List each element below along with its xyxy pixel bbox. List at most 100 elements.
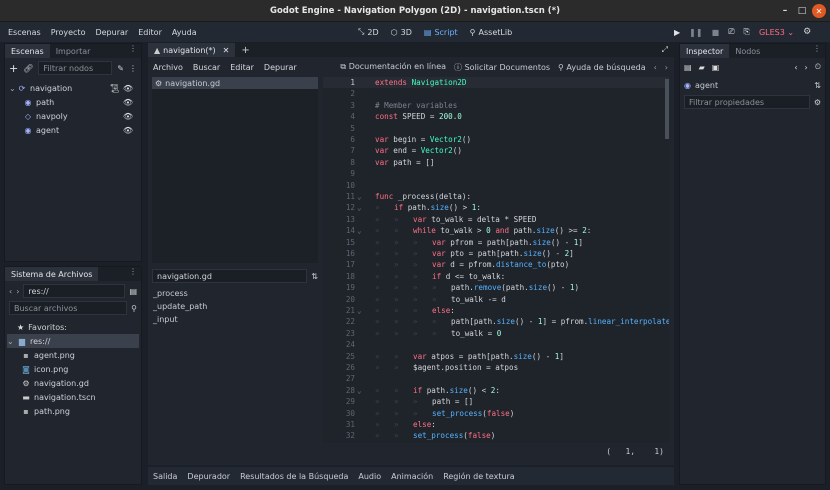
tab-depurador[interactable]: Depurador bbox=[182, 472, 235, 481]
script-list-item[interactable]: ⚙ navigation.gd bbox=[152, 77, 318, 89]
play-custom-scene-icon[interactable]: ⎘ bbox=[744, 27, 750, 37]
tab-region-textura[interactable]: Región de textura bbox=[438, 472, 520, 481]
workspace-3d[interactable]: ⬡ 3D bbox=[385, 27, 418, 37]
prev-script-icon[interactable]: ‹ bbox=[654, 63, 657, 72]
script-attach-icon[interactable]: ✎ bbox=[117, 64, 124, 73]
method-item[interactable]: _process bbox=[152, 287, 318, 300]
new-resource-icon[interactable]: ▤ bbox=[684, 63, 692, 72]
back-icon[interactable]: ‹ bbox=[9, 287, 12, 296]
property-filter-input[interactable]: Filtrar propiedades bbox=[684, 95, 810, 109]
path-field[interactable]: res:// bbox=[23, 284, 126, 298]
workspace-2d[interactable]: ⤡ 2D bbox=[352, 27, 385, 37]
script-icon[interactable]: 📜︎ bbox=[110, 84, 120, 93]
file-item[interactable]: ▬ navigation.tscn bbox=[21, 390, 95, 404]
visibility-eye-icon[interactable]: 👁︎ bbox=[123, 98, 133, 107]
search-help-button[interactable]: ⚲ Ayuda de búsqueda bbox=[558, 63, 646, 72]
menu-editor[interactable]: Editor bbox=[133, 28, 167, 37]
file-search-input[interactable]: Buscar archivos bbox=[9, 301, 128, 315]
folder-res-root[interactable]: ⌄ ▆ res:// bbox=[7, 334, 139, 348]
tree-node-navigation[interactable]: ⌄ ⟳ navigation 📜︎ 👁︎ bbox=[9, 81, 139, 95]
sort-icon[interactable]: ⇅ bbox=[311, 272, 318, 281]
menu-buscar[interactable]: Buscar bbox=[188, 63, 225, 72]
history-back-icon[interactable]: ‹ bbox=[794, 63, 797, 72]
indent-marker: » bbox=[375, 249, 380, 258]
distraction-free-icon[interactable]: ⤢ bbox=[662, 45, 674, 55]
collapse-arrow-icon[interactable]: ⌄ bbox=[9, 84, 17, 93]
visibility-eye-icon[interactable]: 👁︎ bbox=[123, 84, 133, 93]
menu-depurar[interactable]: Depurar bbox=[259, 63, 302, 72]
settings-icon[interactable]: ⚙ bbox=[803, 27, 811, 37]
stop-icon[interactable]: ■ bbox=[712, 28, 720, 37]
node-options-icon[interactable]: ⋮ bbox=[129, 64, 137, 73]
fold-arrow-icon[interactable]: ⌄ bbox=[357, 226, 367, 235]
minimize-icon[interactable]: – bbox=[778, 4, 792, 18]
forward-icon[interactable]: › bbox=[16, 287, 19, 296]
fold-arrow-icon[interactable]: ⌄ bbox=[357, 386, 367, 395]
tree-node-agent[interactable]: ◉ agent 👁︎ bbox=[23, 123, 139, 137]
menu-ayuda[interactable]: Ayuda bbox=[167, 28, 202, 37]
menu-proyecto[interactable]: Proyecto bbox=[46, 28, 91, 37]
file-item[interactable]: ▪ agent.png bbox=[21, 348, 75, 362]
file-item[interactable]: ⚙ navigation.gd bbox=[21, 376, 89, 390]
menu-editar[interactable]: Editar bbox=[225, 63, 259, 72]
collapse-arrow-icon[interactable]: ⌄ bbox=[7, 337, 17, 346]
online-docs-button[interactable]: ⧉ Documentación en línea bbox=[340, 62, 446, 72]
save-resource-icon[interactable]: ▣ bbox=[712, 63, 720, 72]
visibility-eye-icon[interactable]: 👁︎ bbox=[123, 112, 133, 121]
add-tab-icon[interactable]: + bbox=[241, 45, 249, 56]
tab-audio[interactable]: Audio bbox=[353, 472, 386, 481]
tree-node-navpoly[interactable]: ◇ navpoly 👁︎ bbox=[23, 109, 139, 123]
maximize-icon[interactable]: □ bbox=[795, 4, 809, 18]
search-icon[interactable]: ⚲ bbox=[131, 304, 137, 313]
dock-menu-icon[interactable]: ⋮ bbox=[129, 44, 141, 58]
tab-resultados-busqueda[interactable]: Resultados de la Búsqueda bbox=[235, 472, 353, 481]
dock-menu-icon[interactable]: ⋮ bbox=[129, 267, 141, 281]
node-filter-input[interactable]: Filtrar nodos bbox=[38, 61, 113, 75]
close-icon[interactable]: ✕ bbox=[812, 4, 826, 18]
play-scene-icon[interactable]: ⎚ bbox=[728, 27, 734, 37]
file-item[interactable]: ▪ path.png bbox=[21, 404, 70, 418]
tab-inspector[interactable]: Inspector bbox=[680, 44, 730, 58]
fold-arrow-icon[interactable]: ⌄ bbox=[357, 192, 367, 201]
renderer-select[interactable]: GLES3 ⌄ bbox=[759, 28, 794, 37]
split-mode-icon[interactable]: ▤ bbox=[129, 287, 137, 296]
play-icon[interactable]: ▶ bbox=[674, 28, 680, 37]
favorites-item[interactable]: ★ Favoritos: bbox=[17, 320, 67, 334]
indent-marker: » bbox=[432, 317, 437, 327]
pause-icon[interactable]: ❚❚ bbox=[689, 28, 702, 37]
close-tab-icon[interactable]: ✕ bbox=[223, 46, 230, 55]
object-properties-icon[interactable]: ⇅ bbox=[814, 81, 821, 90]
fold-arrow-icon[interactable]: ⌄ bbox=[357, 203, 367, 212]
visibility-eye-icon[interactable]: 👁︎ bbox=[123, 126, 133, 135]
fold-arrow-icon[interactable]: ⌄ bbox=[357, 306, 367, 315]
indent-marker: » bbox=[375, 271, 380, 281]
tab-nodos[interactable]: Nodos bbox=[729, 44, 766, 58]
history-forward-icon[interactable]: › bbox=[805, 63, 808, 72]
scrollbar-thumb[interactable] bbox=[665, 79, 669, 139]
tab-filesystem[interactable]: Sistema de Archivos bbox=[5, 267, 99, 281]
load-resource-icon[interactable]: ▰ bbox=[699, 63, 705, 72]
workspace-script[interactable]: ▤ Script bbox=[418, 27, 464, 37]
menu-escenas[interactable]: Escenas bbox=[3, 28, 46, 37]
method-item[interactable]: _input bbox=[152, 313, 318, 326]
add-node-icon[interactable]: + bbox=[9, 62, 18, 75]
method-item[interactable]: _update_path bbox=[152, 300, 318, 313]
tab-salida[interactable]: Salida bbox=[148, 472, 182, 481]
method-filter-input[interactable]: navigation.gd bbox=[152, 269, 308, 283]
request-docs-button[interactable]: ⓘ Solicitar Documentos bbox=[454, 62, 550, 73]
tab-navigation[interactable]: ▲ navigation(*) ✕ bbox=[148, 43, 236, 57]
history-icon[interactable]: ⏲ bbox=[815, 62, 821, 72]
code-editor[interactable]: 1 extends Navigation2D 2 3 # Member variable… bbox=[323, 77, 669, 443]
file-item[interactable]: ◙ icon.png bbox=[21, 362, 68, 376]
next-script-icon[interactable]: › bbox=[665, 63, 668, 72]
tab-animacion[interactable]: Animación bbox=[386, 472, 438, 481]
settings-icon[interactable]: ⚙ bbox=[814, 98, 821, 107]
menu-archivo[interactable]: Archivo bbox=[148, 63, 188, 72]
link-icon[interactable]: 🔗︎ bbox=[23, 64, 33, 73]
tab-importar[interactable]: Importar bbox=[50, 44, 97, 58]
workspace-assetlib[interactable]: ⚲ AssetLib bbox=[464, 27, 518, 37]
dock-menu-icon[interactable]: ⋮ bbox=[813, 44, 825, 58]
tab-escenas[interactable]: Escenas bbox=[5, 44, 50, 58]
menu-depurar[interactable]: Depurar bbox=[90, 28, 133, 37]
tree-node-path[interactable]: ◉ path 👁︎ bbox=[23, 95, 139, 109]
